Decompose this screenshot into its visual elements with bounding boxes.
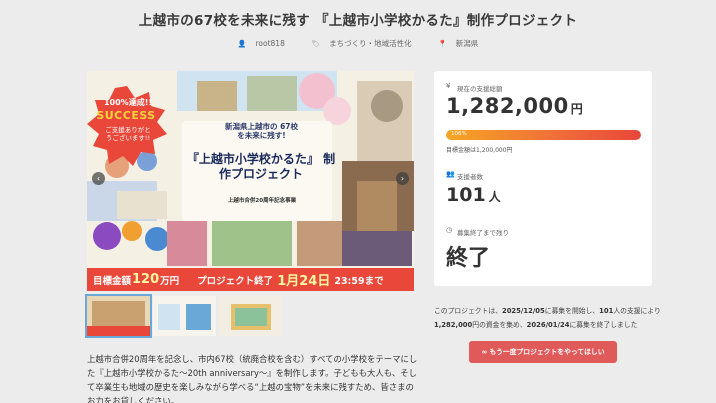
badge-achieved-text: 100%達成!! <box>103 98 152 107</box>
thumbnail-3[interactable] <box>219 296 282 336</box>
footer-end-label: プロジェクト終了 <box>197 275 274 287</box>
badge-success-text: SUCCESS <box>96 109 156 122</box>
category-name: まちづくり・地域活性化 <box>329 39 412 48</box>
clock-icon: ◷ <box>446 226 453 234</box>
request-again-button[interactable]: ∞ もう一度プロジェクトをやってほしい <box>469 341 617 363</box>
location-link[interactable]: 📍 新潟県 <box>432 39 484 48</box>
user-icon: 👤 <box>237 40 247 48</box>
poster-title: 『上越市小学校かるた』 制作プロジェクト <box>186 152 336 181</box>
remaining-value: 終了 <box>446 246 491 271</box>
author-name: root818 <box>255 39 285 48</box>
project-meta: 👤 root818 🏷 まちづくり・地域活性化 📍 新潟県 <box>0 38 716 49</box>
thumbnail-1[interactable] <box>85 294 152 338</box>
poster-subtitle: 新潟県上越市の 67校を未来に残す! <box>224 122 299 140</box>
summary-amount: 1,282,000 <box>434 321 473 329</box>
goal-amount-text: 目標金額は1,200,000円 <box>446 147 513 154</box>
footer-end-time: 23:59まで <box>334 275 384 287</box>
category-link[interactable]: 🏷 まちづくり・地域活性化 <box>305 39 417 48</box>
yen-icon: ¥ <box>446 82 451 90</box>
users-icon: 👥 <box>446 170 455 178</box>
location-name: 新潟県 <box>455 39 479 48</box>
footer-goal-unit: 万円 <box>160 275 180 287</box>
poster-footer-band: 目標金額 120 万円 プロジェクト終了 1月24日 23:59まで <box>87 268 414 291</box>
summary-start-date: 2025/12/05 <box>501 307 545 315</box>
thumbnail-2[interactable] <box>153 296 216 336</box>
poster-caption: 上越市合併20周年記念事業 <box>227 198 297 204</box>
backers-count: 101 人 <box>446 184 501 206</box>
project-summary: このプロジェクトは、2025/12/05に募集を開始し、101人の支援により1,… <box>434 307 661 329</box>
remaining-label: 募集終了まで残り <box>457 229 509 237</box>
summary-backers: 101 <box>599 307 614 315</box>
badge-thanks-text: ご支援ありがとうございます!! <box>105 126 151 142</box>
tag-icon: 🏷 <box>311 40 321 48</box>
footer-goal-label: 目標金額 <box>93 275 132 287</box>
page-title: 上越市の67校を未来に残す 『上越市小学校かるた』制作プロジェクト <box>138 13 578 29</box>
map-pin-icon: 📍 <box>438 40 447 48</box>
progress-bar-fill <box>446 130 641 140</box>
slider-prev-button[interactable]: ‹ <box>92 172 105 185</box>
author-link[interactable]: 👤 root818 <box>232 39 291 48</box>
footer-end-date: 1月24日 <box>277 274 331 289</box>
summary-end-date: 2026/01/24 <box>526 321 570 329</box>
progress-bar <box>446 130 641 140</box>
footer-goal-value: 120 <box>132 272 160 287</box>
backers-label: 支援者数 <box>457 173 483 181</box>
slider-next-button[interactable]: › <box>396 172 409 185</box>
raised-label: 現在の支援総額 <box>457 85 503 93</box>
project-description: 上越市合併20周年を記念し、市内67校（統廃合校を含む）すべての小学校をテーマに… <box>87 354 418 403</box>
progress-percent: 106% <box>451 131 467 137</box>
raised-amount: 1,282,000 円 <box>446 94 584 118</box>
